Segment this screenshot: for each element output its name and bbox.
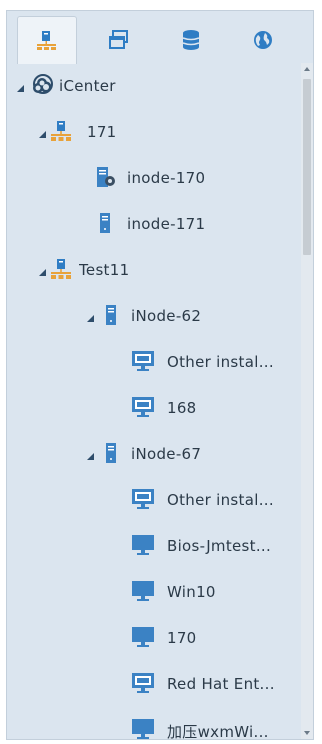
scrollbar-thumb[interactable]: [303, 79, 311, 255]
collapse-arrow-icon[interactable]: [39, 269, 46, 276]
monitor-running-icon: [132, 351, 154, 371]
network-topology-icon: [37, 30, 56, 50]
network-host-icon: [51, 121, 71, 141]
server-icon: [106, 443, 116, 463]
tree-node-label: Win10: [167, 583, 216, 601]
tree-node-inode-67[interactable]: iNode-67: [7, 431, 303, 477]
database-icon: [182, 29, 200, 50]
tree-node-vm[interactable]: Other instal...: [7, 477, 303, 523]
tree-node-label: 168: [167, 399, 197, 417]
tree-node-label: 170: [167, 629, 197, 647]
monitor-icon: [132, 627, 154, 647]
tree-node-vm[interactable]: 168: [7, 385, 303, 431]
collapse-arrow-icon[interactable]: [17, 85, 24, 92]
scroll-down-arrow-icon[interactable]: [304, 731, 310, 735]
tree-node-vm[interactable]: 170: [7, 615, 303, 661]
tree-node-inode-171[interactable]: inode-171: [7, 201, 303, 247]
tree-node-icenter[interactable]: iCenter: [7, 63, 303, 109]
tab-database[interactable]: [161, 16, 221, 63]
tab-globe[interactable]: [233, 16, 293, 63]
tree-node-vm[interactable]: Other instal...: [7, 339, 303, 385]
tab-network-topology[interactable]: [17, 16, 77, 64]
tab-bar: [7, 11, 313, 64]
tree-node-vm[interactable]: 加压wxmWi...: [7, 707, 303, 739]
tree-node-vm[interactable]: Win10: [7, 569, 303, 615]
tree-node-label: Other instal...: [167, 491, 274, 509]
monitor-icon: [132, 581, 154, 601]
monitor-icon: [132, 719, 154, 739]
collapse-arrow-icon[interactable]: [39, 131, 46, 138]
tree-node-label: Red Hat Ent...: [167, 675, 275, 693]
resource-tree-panel: iCenter 171 inode-170 inode-171 Test11 i…: [6, 10, 314, 740]
tree-node-label: Test11: [79, 261, 130, 279]
collapse-arrow-icon[interactable]: [87, 453, 94, 460]
tree-node-inode-170[interactable]: inode-170: [7, 155, 303, 201]
vertical-scrollbar[interactable]: [301, 63, 313, 739]
tree-node-label: Bios-Jmtest...: [167, 537, 272, 555]
server-icon: [100, 213, 110, 233]
monitor-running-icon: [132, 673, 154, 693]
tree-node-171[interactable]: 171: [7, 109, 303, 155]
server-gear-icon: [97, 167, 115, 187]
windows-icon: [109, 29, 128, 49]
server-icon: [106, 305, 116, 325]
tree-node-label: iNode-62: [131, 307, 202, 325]
tree-node-vm[interactable]: Red Hat Ent...: [7, 661, 303, 707]
globe-icon: [254, 30, 272, 49]
network-host-icon: [51, 259, 71, 279]
collapse-arrow-icon[interactable]: [87, 315, 94, 322]
tree-node-inode-62[interactable]: iNode-62: [7, 293, 303, 339]
tree-node-label: inode-170: [127, 169, 206, 187]
cluster-cloud-icon: [33, 74, 53, 94]
tree-node-label: 171: [87, 123, 117, 141]
tree-node-label: Other instal...: [167, 353, 274, 371]
scroll-up-arrow-icon[interactable]: [304, 67, 310, 71]
tab-windows[interactable]: [89, 16, 149, 63]
tree-node-test11[interactable]: Test11: [7, 247, 303, 293]
tree-node-label: inode-171: [127, 215, 206, 233]
tree-node-label: 加压wxmWi...: [167, 723, 269, 739]
tree-node-label: iNode-67: [131, 445, 202, 463]
monitor-running-icon: [132, 489, 154, 509]
resource-tree: iCenter 171 inode-170 inode-171 Test11 i…: [7, 63, 303, 739]
tree-node-label: iCenter: [59, 77, 116, 95]
monitor-icon: [132, 535, 154, 555]
monitor-running-icon: [132, 397, 154, 417]
tree-node-vm[interactable]: Bios-Jmtest...: [7, 523, 303, 569]
